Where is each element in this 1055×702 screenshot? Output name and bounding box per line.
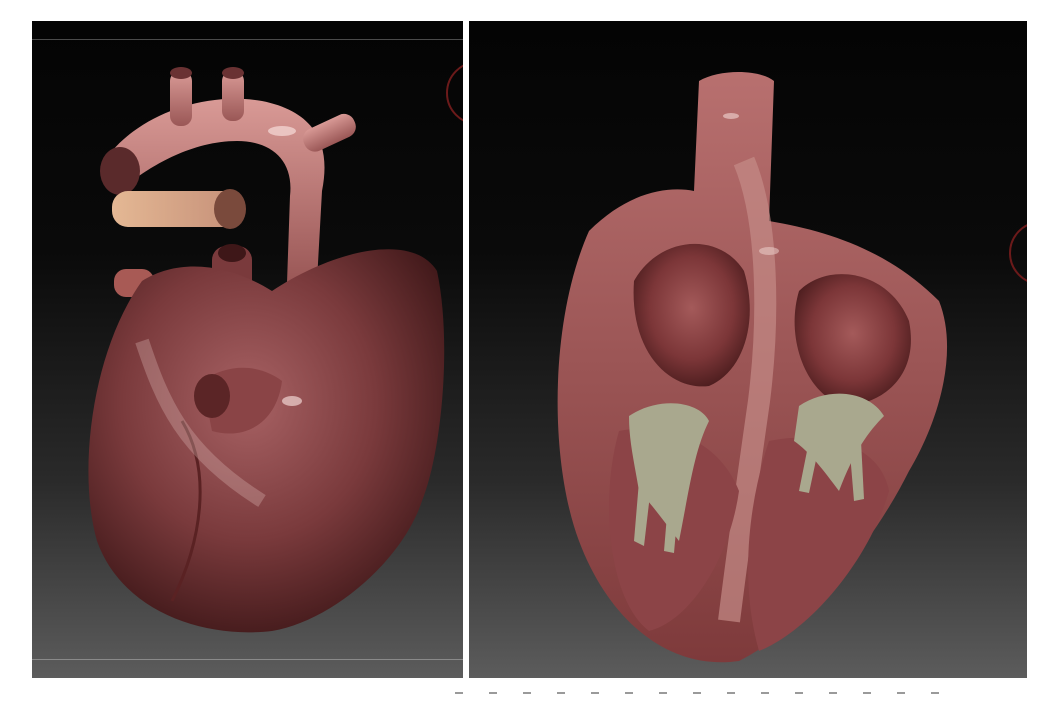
- left-viewport[interactable]: [32, 21, 463, 678]
- right-viewport[interactable]: [469, 21, 1027, 678]
- heart-external-model[interactable]: [32, 21, 463, 678]
- heart-cross-section-model[interactable]: [469, 21, 1027, 678]
- caption-artifact-strip: [455, 684, 975, 694]
- ventricles: [88, 249, 445, 633]
